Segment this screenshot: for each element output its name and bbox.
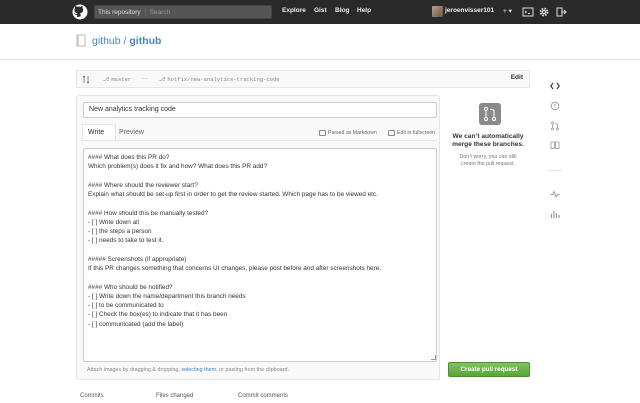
body-line: Which problem(s) does it fix and how? Wh… (88, 163, 268, 171)
body-line: - [ ] communicated (add the label) (88, 320, 184, 328)
branch-compare-bar: ⎇ master ... ⎇ hotfix/new-analytics-trac… (76, 70, 530, 88)
tab-divider (83, 140, 437, 141)
range-dots: ... (142, 74, 148, 81)
body-line: - [ ] to be communicated to (88, 302, 164, 309)
pull-request-form: New analytics tracking code Write Previe… (76, 95, 440, 380)
tab-commits[interactable]: Commits (80, 393, 104, 399)
create-pull-request-button[interactable]: Create pull request (448, 362, 530, 377)
body-line: #### How should this be manually tested? (88, 209, 209, 217)
body-line: - [ ] Write down the name/department thi… (88, 292, 246, 300)
nav-gist[interactable]: Gist (314, 7, 327, 14)
nav-help[interactable]: Help (357, 7, 371, 14)
edit-button[interactable]: Edit (511, 74, 523, 81)
merge-status-title: We can’t automatically merge these branc… (446, 133, 530, 149)
base-branch-select[interactable]: ⎇ master (103, 74, 131, 85)
markdown-label: Parsed as Markdown (328, 130, 377, 136)
markdown-help-link[interactable]: Parsed as Markdown (319, 130, 377, 136)
body-line: #### What does this PR do? (88, 154, 170, 161)
pull-requests-icon[interactable] (550, 121, 560, 131)
header-divider (0, 59, 640, 60)
branch-icon: ⎇ (159, 76, 166, 83)
body-line (88, 199, 432, 208)
branch-icon: ⎇ (103, 76, 110, 83)
attach-prefix: Attach images by dragging & dropping, (87, 367, 182, 373)
base-branch-label: master (111, 76, 132, 83)
body-line: ##### Screenshots (if appropriate) (88, 255, 187, 263)
repo-owner-link[interactable]: github (92, 35, 121, 47)
header-bar: This repository Search Explore Gist Blog… (0, 0, 640, 24)
pr-body-textarea[interactable]: #### What does this PR do? Which problem(… (83, 148, 437, 362)
repo-icon (76, 34, 86, 47)
merge-status-subtitle: Don’t worry, you can still create the pu… (446, 154, 530, 168)
search-input[interactable]: This repository Search (94, 5, 272, 19)
fullscreen-icon (388, 130, 395, 136)
fullscreen-link[interactable]: Edit in fullscreen (388, 130, 435, 136)
body-line: - [ ] needs to take to test it. (88, 237, 164, 245)
sign-out-icon[interactable] (555, 6, 567, 18)
fullscreen-label: Edit in fullscreen (397, 130, 436, 136)
body-line (88, 172, 432, 181)
attach-select-link[interactable]: selecting them (181, 367, 216, 373)
merge-title-line1: We can’t automatically (452, 133, 524, 140)
tab-preview[interactable]: Preview (119, 129, 144, 136)
nav-explore[interactable]: Explore (282, 7, 306, 14)
body-line (88, 273, 432, 282)
pr-bottom-tabs: Commits Files changed Commit comments (76, 393, 530, 403)
nav-blog[interactable]: Blog (335, 7, 349, 14)
rail-divider (548, 170, 562, 171)
merge-sub-line1: Don’t worry, you can still (459, 154, 517, 160)
compare-icon[interactable] (82, 75, 90, 84)
pr-title-input[interactable]: New analytics tracking code (83, 102, 437, 118)
create-new-menu[interactable]: + ▾ (503, 7, 512, 15)
body-line: #### Where should the reviewer start? (88, 181, 198, 189)
github-logo-icon[interactable] (72, 4, 88, 20)
repo-heading: github / github (76, 34, 161, 48)
attach-suffix: , or pasting from the clipboard. (216, 367, 289, 373)
search-scope[interactable]: This repository (98, 8, 146, 16)
tab-write[interactable]: Write (88, 129, 104, 136)
body-line: - [ ] the steps a person (88, 228, 152, 235)
body-line: #### Who should be notified? (88, 283, 173, 291)
head-branch-select[interactable]: ⎇ hotfix/new-analytics-tracking-code (159, 74, 280, 85)
repo-name-link[interactable]: github (129, 35, 161, 47)
wiki-icon[interactable] (550, 140, 560, 150)
body-line: - [ ] Write down all (88, 218, 140, 226)
body-line: If this PR changes something that concer… (88, 265, 382, 272)
body-line: Explain what should be set-up first in o… (88, 191, 378, 198)
terminal-icon[interactable] (522, 6, 534, 18)
tab-files-changed[interactable]: Files changed (156, 393, 193, 399)
username-link[interactable]: jeroenvisser101 (445, 7, 494, 14)
search-placeholder: Search (149, 8, 171, 16)
merge-conflict-icon (479, 103, 501, 125)
merge-sub-line2: create the pull request. (461, 161, 515, 167)
repo-title: github / github (92, 35, 161, 47)
merge-status-panel: We can’t automatically merge these branc… (446, 98, 530, 178)
body-line: - [ ] Check the box(es) to indicate that… (88, 311, 228, 319)
attach-hint: Attach images by dragging & dropping, se… (87, 367, 289, 373)
pulse-icon[interactable] (550, 189, 560, 199)
avatar[interactable] (432, 6, 443, 17)
tab-commit-comments[interactable]: Commit comments (238, 393, 288, 399)
resize-handle[interactable] (431, 355, 436, 360)
body-line (88, 246, 432, 255)
markdown-icon (319, 130, 326, 136)
gear-icon[interactable] (538, 6, 550, 18)
graphs-icon[interactable] (550, 209, 560, 219)
merge-title-line2: merge these branches. (452, 141, 524, 148)
code-icon[interactable] (550, 81, 560, 91)
issues-icon[interactable] (550, 101, 560, 111)
head-branch-label: hotfix/new-analytics-tracking-code (167, 76, 280, 83)
